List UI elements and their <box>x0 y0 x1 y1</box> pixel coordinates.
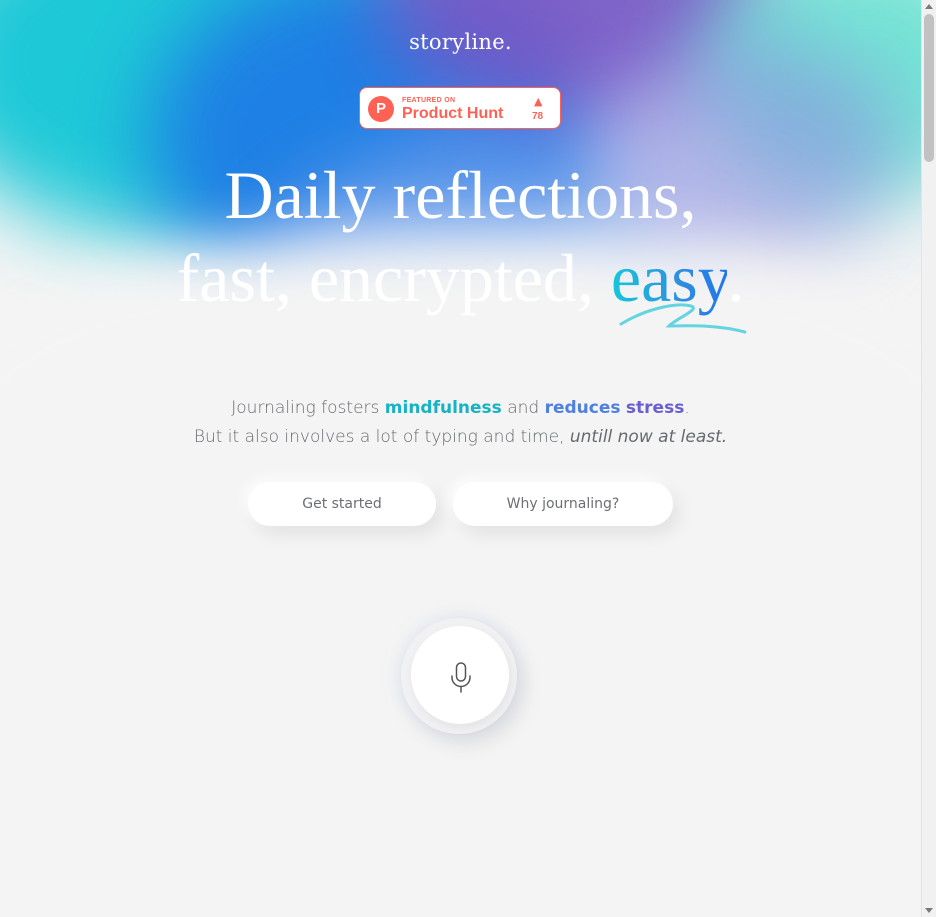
tagline-mindfulness: mindfulness <box>384 398 502 418</box>
scrollbar-thumb[interactable] <box>924 14 934 162</box>
upvote-count: 78 <box>532 111 544 122</box>
headline-line-2-prefix: fast, encrypted, <box>176 240 611 316</box>
get-started-button[interactable]: Get started <box>248 482 436 526</box>
product-hunt-badge[interactable]: P FEATURED ON Product Hunt ▲ 78 <box>359 87 561 129</box>
tagline-reduces: reduces <box>544 398 621 418</box>
squiggle-underline-icon <box>619 303 747 334</box>
scroll-up-arrow-icon[interactable] <box>925 4 933 9</box>
headline-line-1: Daily reflections, <box>224 157 697 233</box>
record-button-inner[interactable] <box>411 626 509 724</box>
tagline-text: But it also involves a lot of typing and… <box>193 427 570 447</box>
tagline-line-1: Journaling fosters mindfulness and reduc… <box>0 398 921 418</box>
product-hunt-featured-label: FEATURED ON <box>402 97 456 104</box>
tagline-stress: stress <box>625 398 685 418</box>
tagline-italic: untill now at least. <box>569 427 728 447</box>
brand-logo[interactable]: storyline. <box>0 30 921 54</box>
tagline-text: . <box>684 398 690 418</box>
record-button[interactable] <box>401 618 517 734</box>
product-hunt-logo-icon: P <box>368 96 394 122</box>
why-journaling-button[interactable]: Why journaling? <box>453 482 673 526</box>
tagline-line-2: But it also involves a lot of typing and… <box>0 427 921 447</box>
headline-line-2: fast, encrypted, easy. <box>0 244 921 312</box>
microphone-icon <box>451 662 471 693</box>
scroll-down-arrow-icon[interactable] <box>925 908 933 913</box>
tagline-text: and <box>501 398 545 418</box>
vertical-scrollbar[interactable] <box>921 0 936 917</box>
landing-page: storyline. P FEATURED ON Product Hunt ▲ … <box>0 0 921 917</box>
product-hunt-name: Product Hunt <box>402 105 504 122</box>
upvote-arrow-icon: ▲ <box>534 95 543 108</box>
tagline-text: Journaling fosters <box>231 398 385 418</box>
